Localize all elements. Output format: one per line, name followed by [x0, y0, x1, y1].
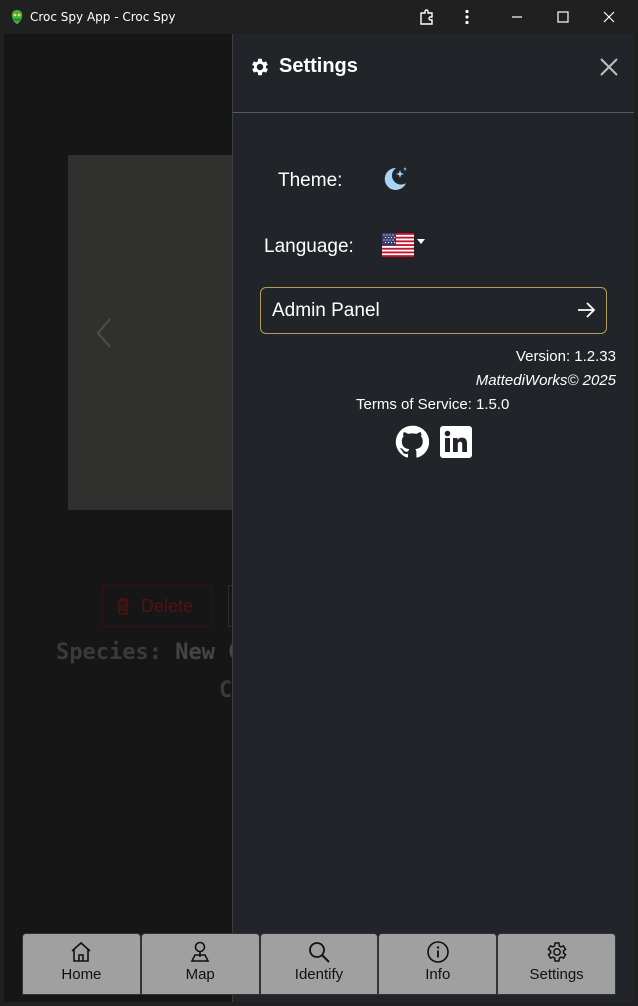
nav-settings-label: Settings — [529, 966, 584, 983]
nav-settings[interactable]: Settings — [497, 933, 616, 995]
nav-identify-label: Identify — [294, 966, 344, 983]
nav-identify[interactable]: Identify — [259, 933, 379, 995]
window-titlebar: Croc Spy App - Croc Spy — [0, 0, 638, 34]
us-flag-icon[interactable] — [382, 233, 414, 257]
nav-info-label: Info — [425, 966, 451, 983]
settings-header: Settings — [233, 34, 634, 113]
window-close-icon — [603, 11, 615, 23]
gear-icon — [252, 58, 268, 76]
kebab-menu-icon — [465, 9, 469, 25]
gear-icon — [546, 942, 567, 962]
more-options-button[interactable] — [444, 0, 490, 34]
search-icon — [309, 942, 330, 963]
puzzle-icon — [420, 9, 433, 25]
info-icon — [426, 941, 449, 963]
chevron-down-icon[interactable] — [417, 239, 425, 245]
bottom-nav: Home Map Identify Info Settings — [22, 933, 616, 995]
github-icon[interactable] — [395, 425, 429, 459]
terms-of-service-link[interactable]: Terms of Service: 1.5.0 — [356, 396, 509, 413]
window-title: Croc Spy App - Croc Spy — [30, 10, 176, 24]
app-logo-icon — [11, 10, 23, 24]
app-content: Delete Species: New G C Settings Theme: … — [4, 34, 634, 1002]
admin-panel-button[interactable]: Admin Panel — [260, 287, 607, 334]
nav-map[interactable]: Map — [140, 933, 260, 995]
version-text: Version: 1.2.33 — [515, 348, 616, 365]
admin-panel-label: Admin Panel — [272, 299, 380, 321]
minimize-button[interactable] — [494, 0, 540, 34]
home-icon — [71, 941, 91, 962]
moon-stars-icon[interactable] — [379, 164, 409, 194]
maximize-button[interactable] — [540, 0, 586, 34]
credit-text: MattediWorks© 2025 — [475, 372, 616, 389]
map-pin-icon — [190, 941, 210, 962]
minimize-icon — [512, 16, 522, 18]
theme-label: Theme: — [278, 170, 343, 191]
nav-home-label: Home — [61, 966, 102, 983]
nav-info[interactable]: Info — [378, 933, 498, 995]
linkedin-icon[interactable] — [439, 425, 473, 459]
language-label: Language: — [264, 236, 354, 257]
nav-home[interactable]: Home — [22, 933, 141, 995]
maximize-icon — [557, 11, 569, 23]
nav-map-label: Map — [185, 966, 215, 983]
settings-title: Settings — [279, 55, 358, 77]
window-close-button[interactable] — [586, 0, 632, 34]
settings-panel: Settings Theme: Language: Admin Panel Ve… — [232, 34, 634, 1002]
close-icon[interactable] — [597, 55, 621, 79]
arrow-right-icon — [578, 302, 596, 318]
